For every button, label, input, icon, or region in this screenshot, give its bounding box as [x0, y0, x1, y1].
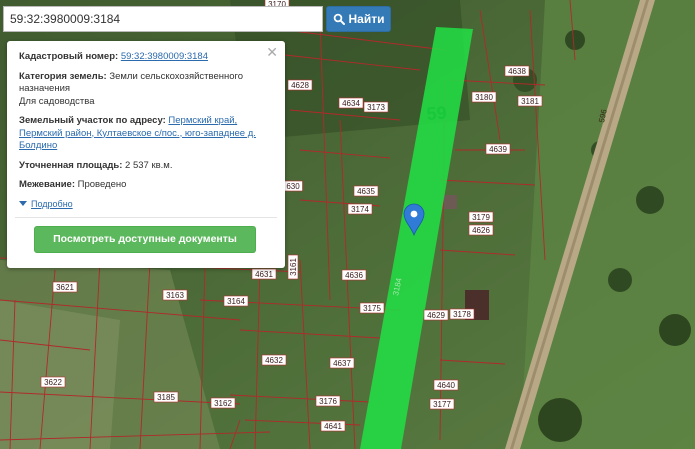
details-toggle[interactable]: Подробно	[19, 198, 273, 211]
parcel-label-text: 4641	[324, 422, 342, 431]
parcel-label[interactable]: 4634	[338, 97, 364, 109]
parcel-label-text: 3161	[289, 258, 298, 276]
view-documents-button[interactable]: Посмотреть доступные документы	[34, 226, 256, 253]
usage-value: Для садоводства	[19, 95, 95, 107]
divider	[15, 217, 277, 218]
search-field-wrapper	[3, 6, 323, 32]
parcel-label[interactable]: 4639	[485, 143, 511, 155]
parcel-label[interactable]: 4640	[433, 379, 459, 391]
parcel-label[interactable]: 3177	[429, 398, 455, 410]
parcel-label-text: 4635	[357, 187, 375, 196]
parcel-label[interactable]: 3180	[471, 91, 497, 103]
parcel-label-text: 3173	[367, 103, 385, 112]
details-link[interactable]: Подробно	[31, 198, 73, 211]
address-label: Земельный участок по адресу:	[19, 115, 166, 126]
address-row: Земельный участок по адресу: Пермский кр…	[19, 115, 273, 153]
survey-row: Межевание: Проведено	[19, 179, 273, 192]
parcel-label-text: 4636	[345, 271, 363, 280]
survey-value: Проведено	[77, 179, 127, 190]
parcel-label-text: 3185	[157, 393, 175, 402]
parcel-label[interactable]: 3175	[359, 302, 385, 314]
search-icon	[333, 13, 345, 25]
parcel-label-text: 3179	[472, 213, 490, 222]
parcel-label[interactable]: 3181	[517, 95, 543, 107]
cadastral-row: Кадастровый номер: 59:32:3980009:3184	[19, 51, 273, 64]
parcel-label[interactable]: 630	[283, 180, 303, 192]
parcel-label[interactable]: 3174	[347, 203, 373, 215]
search-input[interactable]	[4, 7, 322, 31]
parcel-label-text: 4640	[437, 381, 455, 390]
parcel-info-popup: ✕ Кадастровый номер: 59:32:3980009:3184 …	[7, 41, 285, 268]
parcel-label-text: 3621	[56, 283, 74, 292]
category-label: Категория земель:	[19, 70, 107, 82]
parcel-label[interactable]: 4641	[320, 420, 346, 432]
parcel-label-text: 4637	[333, 359, 351, 368]
parcel-label[interactable]: 4626	[468, 224, 494, 236]
parcel-label-text: 3176	[319, 397, 337, 406]
parcel-label-text: 3164	[227, 297, 245, 306]
parcel-label-text: 3180	[475, 93, 493, 102]
parcel-label[interactable]: 4638	[504, 65, 530, 77]
parcel-label[interactable]: 4635	[353, 185, 379, 197]
parcel-label-text: 4634	[342, 99, 360, 108]
zone-label: 59	[426, 103, 447, 124]
caret-down-icon	[19, 201, 27, 207]
category-row: Категория земель: Земли сельскохозяйстве…	[19, 71, 273, 109]
parcel-label-text: 3163	[166, 291, 184, 300]
parcel-label[interactable]: 3162	[210, 397, 236, 409]
parcel-label[interactable]: 4636	[341, 269, 367, 281]
parcel-label-text: 3181	[521, 97, 539, 106]
parcel-label-text: 4632	[265, 356, 283, 365]
parcel-label[interactable]: 3164	[223, 295, 249, 307]
area-label: Уточненная площадь:	[19, 159, 123, 171]
parcel-label[interactable]: 3176	[315, 395, 341, 407]
parcel-label[interactable]: 3161	[287, 254, 299, 280]
parcel-label-text: 4629	[427, 311, 445, 320]
parcel-label-text: 3162	[214, 399, 232, 408]
parcel-label-text: 4638	[508, 67, 526, 76]
area-row: Уточненная площадь: 2 537 кв.м.	[19, 160, 273, 173]
parcel-label[interactable]: 3185	[153, 391, 179, 403]
cadastral-label: Кадастровый номер:	[19, 51, 119, 62]
area-value: 2 537 кв.м.	[125, 159, 173, 171]
parcel-label[interactable]: 3621	[52, 281, 78, 293]
parcel-label[interactable]: 4632	[261, 354, 287, 366]
parcel-label[interactable]: 3179	[468, 211, 494, 223]
parcel-label-text: 4628	[291, 81, 309, 90]
parcel-label[interactable]: 4637	[329, 357, 355, 369]
parcel-label[interactable]: 3178	[449, 308, 475, 320]
parcel-label-text: 4639	[489, 145, 507, 154]
parcel-label[interactable]: 4628	[287, 79, 313, 91]
parcel-label-text: 4631	[255, 270, 273, 279]
parcel-label-text: 3175	[363, 304, 381, 313]
close-icon[interactable]: ✕	[266, 45, 278, 59]
search-button-label: Найти	[348, 12, 385, 26]
parcel-label-text: 4626	[472, 226, 490, 235]
parcel-label[interactable]: 3173	[363, 101, 389, 113]
parcel-label[interactable]: 4629	[423, 309, 449, 321]
parcel-label-text: 3177	[433, 400, 451, 409]
cadastral-number-link[interactable]: 59:32:3980009:3184	[121, 51, 208, 62]
search-button[interactable]: Найти	[326, 6, 391, 32]
parcel-label[interactable]: 3622	[40, 376, 66, 388]
parcel-label[interactable]: 4631	[251, 268, 277, 280]
parcel-label-text: 3174	[351, 205, 369, 214]
parcel-label-text: 3622	[44, 378, 62, 387]
parcel-label[interactable]: 3163	[162, 289, 188, 301]
survey-label: Межевание:	[19, 179, 75, 190]
parcel-label-text: 3178	[453, 310, 471, 319]
parcel-label-text: 630	[286, 182, 300, 191]
